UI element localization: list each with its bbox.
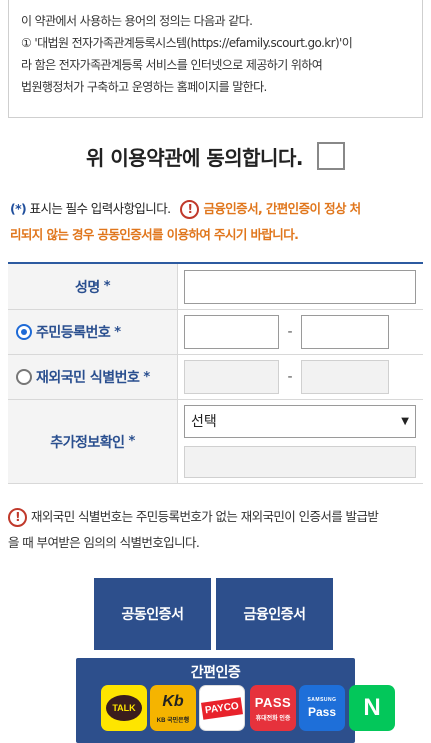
- terms-line: 이 약관에서 사용하는 용어의 정의는 다음과 같다.: [21, 14, 253, 28]
- alert-icon: !: [180, 200, 200, 219]
- extra-info-select[interactable]: 선택 ▼: [184, 405, 416, 438]
- select-value: 선택: [191, 414, 217, 431]
- foreigner-id-notice: ! 재외국민 식별번호는 주민등록번호가 없는 재외국민이 인증서를 발급받 을 …: [8, 504, 428, 556]
- foreigner-label-cell[interactable]: 재외국민 식별번호 *: [8, 355, 178, 399]
- caret-down-icon: ▼: [401, 415, 409, 427]
- cert-warning-text: 리되지 않는 경우 공동인증서를 이용하여 주시기 바랍니다.: [10, 227, 299, 242]
- extra-info-field-cell: 선택 ▼: [178, 400, 423, 483]
- rrn-field-cell: -: [178, 310, 423, 354]
- kb-logo-icon: Kb: [162, 692, 184, 710]
- name-field-cell: [178, 264, 423, 309]
- required-star: *: [114, 324, 121, 340]
- financial-certificate-button[interactable]: 금융인증서: [216, 578, 333, 650]
- rrn-label: 주민등록번호: [36, 325, 111, 341]
- identity-form: 성명 * 주민등록번호 * - 재외국민 식별번호 * - 추가정보확인 * 선…: [8, 262, 423, 484]
- alert-icon: !: [8, 508, 27, 527]
- foreigner-notice-line: 재외국민 식별번호는 주민등록번호가 없는 재외국민이 인증서를 발급받: [31, 509, 379, 524]
- pass-logo-icon: PASS: [254, 694, 292, 710]
- required-star: *: [128, 434, 135, 449]
- naver-logo-icon: N: [363, 694, 381, 721]
- rrn-back-input[interactable]: [301, 315, 389, 349]
- cert-warning-text: 금융인증서, 간편인증이 정상 처: [203, 201, 361, 216]
- terms-agreement-row: 위 이용약관에 동의합니다.: [0, 136, 431, 176]
- required-notice: (*) 표시는 필수 입력사항입니다.! 금융인증서, 간편인증이 정상 처 리되…: [10, 196, 425, 248]
- rrn-label-cell[interactable]: 주민등록번호 *: [8, 310, 178, 354]
- required-star: *: [143, 369, 150, 385]
- rrn-front-input[interactable]: [184, 315, 279, 349]
- foreigner-notice-line: 을 때 부여받은 임의의 식별번호입니다.: [8, 535, 200, 550]
- required-star-marker: (*): [10, 201, 27, 216]
- extra-info-input[interactable]: [184, 445, 416, 478]
- foreigner-front-input[interactable]: [184, 360, 279, 394]
- foreigner-field-cell: -: [178, 355, 423, 399]
- kb-bank-auth-button[interactable]: Kb KB 국민은행: [150, 685, 196, 731]
- speech-bubble-icon: TALK: [106, 695, 142, 721]
- terms-line: ① '대법원 전자가족관계등록시스템(https://efamily.scour…: [21, 36, 353, 50]
- foreigner-id-row: 재외국민 식별번호 * -: [8, 355, 423, 400]
- agree-label: 위 이용약관에 동의합니다.: [86, 145, 303, 170]
- naver-auth-button[interactable]: N: [349, 685, 395, 731]
- payco-auth-button[interactable]: PAYCO: [199, 685, 245, 731]
- simple-auth-title: 간편인증: [190, 665, 241, 681]
- foreigner-dash: -: [287, 369, 293, 385]
- required-star: *: [103, 279, 111, 294]
- terms-line: 법원행정처가 구축하고 운영하는 홈페이지를 말한다.: [21, 80, 267, 94]
- name-label-cell: 성명 *: [8, 264, 178, 309]
- terms-content-box[interactable]: 이 약관에서 사용하는 용어의 정의는 다음과 같다. ① '대법원 전자가족관…: [8, 0, 423, 118]
- joint-certificate-button[interactable]: 공동인증서: [94, 578, 211, 650]
- pass-auth-button[interactable]: PASS 휴대전화 인증: [250, 685, 296, 731]
- kakao-talk-auth-button[interactable]: TALK: [101, 685, 147, 731]
- extra-info-row: 추가정보확인 * 선택 ▼: [8, 400, 423, 484]
- name-row: 성명 *: [8, 264, 423, 310]
- samsung-pass-logo-icon: Pass: [307, 705, 337, 719]
- name-input[interactable]: [184, 269, 416, 304]
- rrn-row: 주민등록번호 * -: [8, 310, 423, 355]
- rrn-dash: -: [287, 324, 293, 340]
- extra-info-label-cell: 추가정보확인 *: [8, 400, 178, 483]
- name-label: 성명: [74, 279, 100, 296]
- foreigner-back-input[interactable]: [301, 360, 389, 394]
- foreigner-label: 재외국민 식별번호: [36, 370, 140, 386]
- rrn-radio[interactable]: [16, 324, 32, 340]
- required-notice-text: 표시는 필수 입력사항입니다.: [26, 201, 172, 216]
- agree-checkbox[interactable]: [316, 142, 345, 170]
- foreigner-radio[interactable]: [16, 369, 32, 385]
- extra-info-label: 추가정보확인: [50, 434, 125, 451]
- terms-line: 라 함은 전자가족관계등록 서비스를 인터넷으로 제공하기 위하여: [21, 58, 323, 72]
- samsung-pass-auth-button[interactable]: SAMSUNG Pass: [299, 685, 345, 731]
- payco-logo-icon: PAYCO: [201, 696, 243, 720]
